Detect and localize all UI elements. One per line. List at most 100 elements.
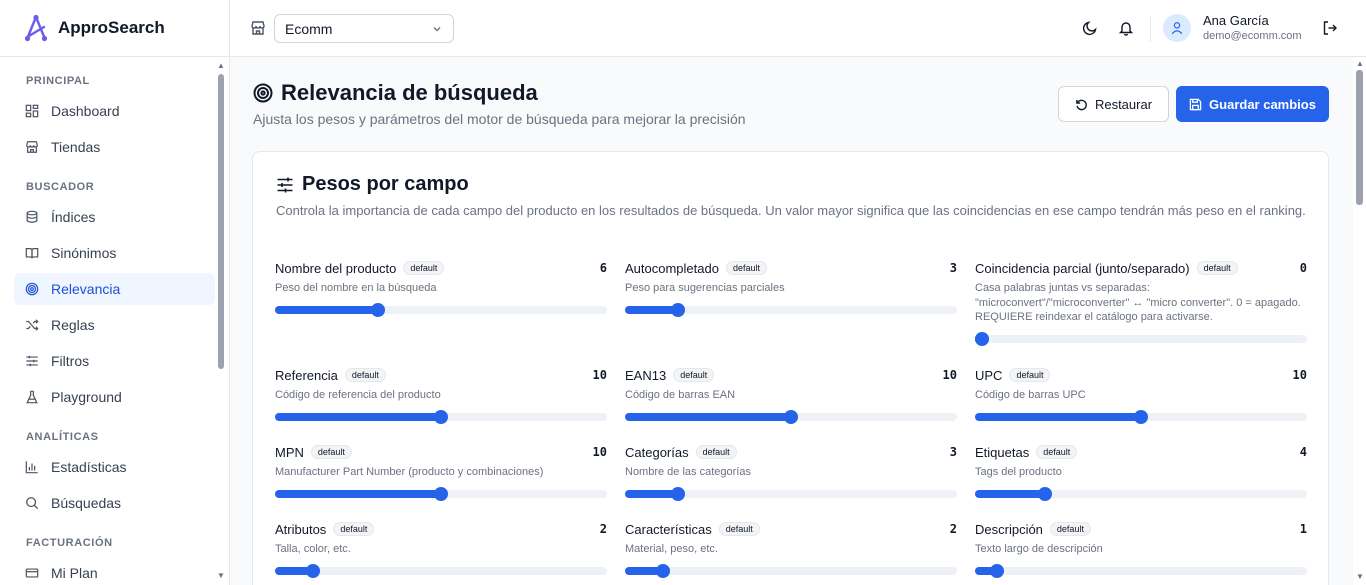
book-icon: [25, 246, 39, 260]
sidebar-item-busquedas[interactable]: Búsquedas: [14, 487, 215, 519]
scroll-up-icon[interactable]: ▲: [1355, 60, 1365, 68]
sidebar-item-filtros[interactable]: Filtros: [14, 345, 215, 377]
weight-slider[interactable]: [275, 486, 607, 501]
scroll-down-icon[interactable]: ▼: [216, 572, 226, 580]
field-weight-row: MPN default 10 Manufacturer Part Number (pr…: [275, 443, 607, 501]
weight-slider[interactable]: [275, 302, 607, 317]
slider-thumb[interactable]: [974, 331, 989, 346]
weight-slider[interactable]: [974, 331, 1307, 346]
field-description: Material, peso, etc.: [625, 543, 718, 555]
slider-thumb[interactable]: [1134, 409, 1148, 424]
default-badge: default: [718, 522, 760, 536]
sidebar-item-tiendas[interactable]: Tiendas: [14, 131, 215, 163]
target-icon: [25, 282, 39, 296]
main-scrollbar[interactable]: ▲ ▼: [1353, 58, 1366, 585]
sidebar-scrollbar[interactable]: ▲ ▼: [216, 62, 226, 582]
weight-slider[interactable]: [625, 486, 957, 501]
field-value: 6: [599, 261, 607, 275]
slider-thumb[interactable]: [434, 486, 448, 501]
header-divider: [1150, 16, 1151, 42]
nav-group-facturacion: FACTURACIÓN Mi Plan: [0, 531, 229, 585]
database-icon: [25, 210, 39, 224]
weight-slider[interactable]: [625, 563, 957, 578]
main-content: Relevancia de búsqueda Ajusta los pesos …: [231, 58, 1353, 585]
slider-thumb[interactable]: [990, 563, 1005, 578]
top-bar: Ecomm Ana García demo@ecomm.com: [230, 0, 1366, 57]
field-weight-row: EAN13 default 10 Código de barras EAN: [625, 366, 957, 424]
sidebar-item-mi-plan[interactable]: Mi Plan: [14, 557, 215, 585]
slider-thumb[interactable]: [784, 409, 798, 424]
field-weight-row: Referencia default 10 Código de referencia …: [275, 366, 607, 424]
sidebar-item-reglas[interactable]: Reglas: [14, 309, 215, 341]
sidebar-item-playground[interactable]: Playground: [14, 381, 215, 413]
bell-icon[interactable]: [1118, 20, 1134, 36]
avatar[interactable]: [1163, 14, 1191, 42]
sidebar-item-estadisticas[interactable]: Estadísticas: [14, 451, 215, 483]
sidebar-scrollbar-thumb[interactable]: [218, 74, 224, 369]
slider-thumb[interactable]: [370, 302, 385, 317]
slider-thumb[interactable]: [671, 486, 686, 501]
weight-slider[interactable]: [975, 563, 1307, 578]
sidebar-item-dashboard[interactable]: Dashboard: [14, 95, 215, 127]
field-header: Etiquetas default 4: [975, 443, 1307, 461]
field-name: UPC: [975, 367, 1003, 383]
field-description: Código de barras EAN: [625, 389, 736, 401]
field-header: Referencia default 10: [275, 366, 607, 384]
weight-slider[interactable]: [275, 563, 607, 578]
field-weight-row: Características default 2 Material, peso, e…: [625, 520, 957, 578]
store-select[interactable]: Ecomm: [274, 14, 454, 43]
sidebar-item-label: Tiendas: [51, 139, 101, 155]
default-badge: default: [725, 261, 767, 275]
restore-button[interactable]: Restaurar: [1058, 86, 1169, 122]
page-subtitle: Ajusta los pesos y parámetros del motor …: [253, 111, 746, 127]
scroll-down-icon[interactable]: ▼: [1355, 573, 1365, 581]
slider-fill: [975, 489, 1045, 498]
slider-thumb[interactable]: [306, 563, 321, 578]
sidebar-item-label: Playground: [51, 389, 122, 405]
field-header: Nombre del producto default 6: [275, 259, 607, 277]
field-name: Descripción: [975, 521, 1043, 537]
sidebar-item-relevancia[interactable]: Relevancia: [14, 273, 215, 305]
weight-slider[interactable]: [275, 409, 607, 424]
weight-slider[interactable]: [625, 409, 957, 424]
weight-slider[interactable]: [975, 486, 1307, 501]
dashboard-icon: [25, 104, 39, 118]
page-title: Relevancia de búsqueda: [253, 80, 538, 106]
default-badge: default: [1196, 261, 1238, 275]
sliders-icon: [277, 177, 293, 192]
field-name: MPN: [275, 444, 304, 460]
field-value: 0: [1299, 261, 1307, 275]
default-badge: default: [695, 445, 737, 459]
weight-slider[interactable]: [975, 409, 1307, 424]
field-weight-row: Descripción default 1 Texto largo de descri…: [975, 520, 1307, 578]
slider-thumb[interactable]: [1037, 486, 1052, 501]
sidebar-item-indices[interactable]: Índices: [14, 201, 215, 233]
rotate-ccw-icon: [1076, 99, 1087, 110]
card-description: Controla la importancia de cada campo de…: [276, 203, 1306, 218]
slider-thumb[interactable]: [434, 409, 448, 424]
field-description: Nombre de las categorías: [625, 466, 751, 478]
slider-thumb[interactable]: [671, 302, 686, 317]
main-scrollbar-thumb[interactable]: [1356, 70, 1363, 205]
field-name: Características: [625, 521, 712, 537]
brand[interactable]: ApproSearch: [0, 0, 229, 57]
slider-fill: [275, 412, 441, 421]
moon-icon[interactable]: [1082, 20, 1098, 36]
sidebar-item-sinonimos[interactable]: Sinónimos: [14, 237, 215, 269]
nav-group-principal: PRINCIPAL Dashboard Tiendas: [0, 69, 229, 163]
weight-slider[interactable]: [625, 302, 957, 317]
slider-thumb[interactable]: [656, 563, 671, 578]
logout-icon[interactable]: [1322, 20, 1338, 36]
field-header: Autocompletado default 3: [625, 259, 957, 277]
field-name: Categorías: [625, 444, 689, 460]
nav-section-title: BUSCADOR: [26, 181, 95, 193]
save-button[interactable]: Guardar cambios: [1176, 86, 1329, 122]
field-header: MPN default 10: [275, 443, 607, 461]
default-badge: default: [1049, 522, 1091, 536]
field-value: 3: [949, 261, 957, 275]
scroll-up-icon[interactable]: ▲: [216, 62, 226, 70]
nav-section-title: FACTURACIÓN: [26, 537, 113, 549]
field-name: Etiquetas: [975, 444, 1030, 460]
field-value: 2: [599, 522, 607, 536]
store-select-value: Ecomm: [285, 20, 333, 37]
